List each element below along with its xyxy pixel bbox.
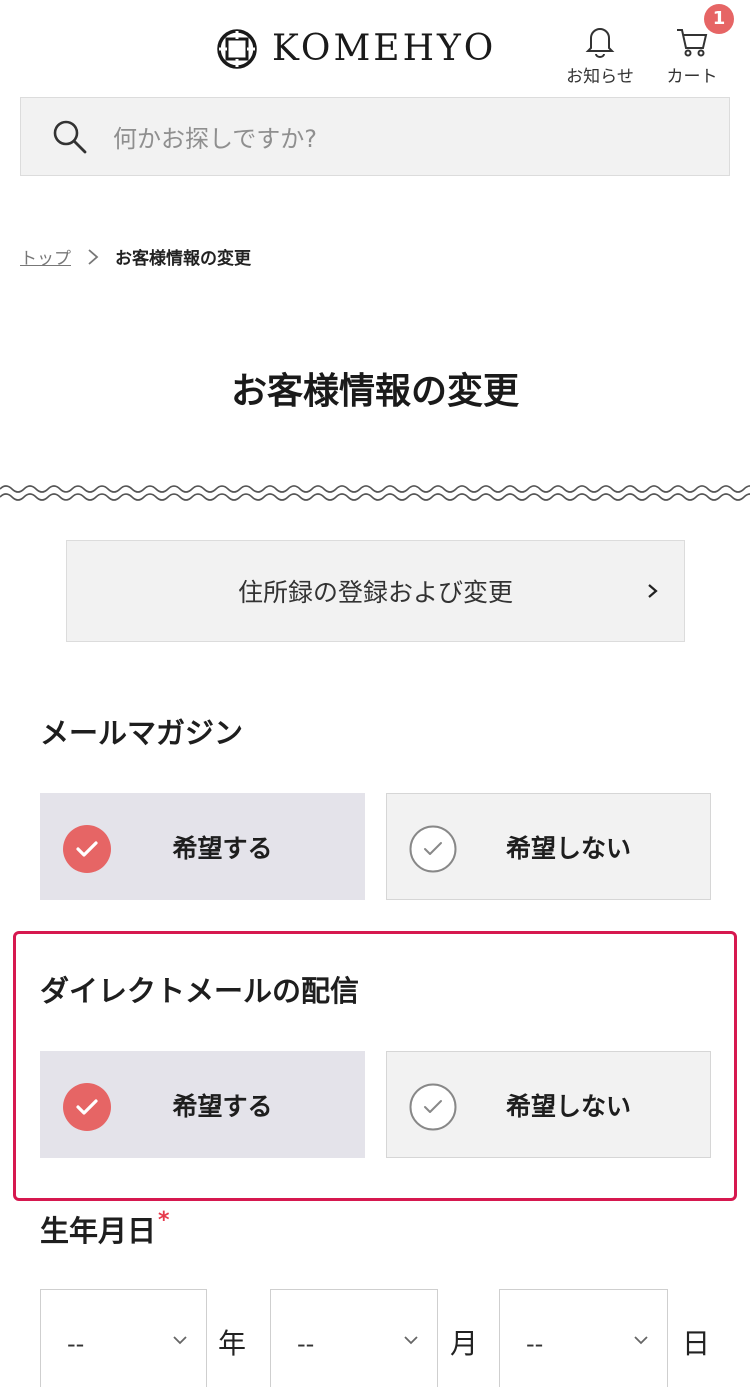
- cart-label: カート: [666, 67, 718, 87]
- address-book-label: 住所録の登録および変更: [237, 578, 513, 607]
- notifications-label: お知らせ: [566, 67, 634, 87]
- page-title: お客様情報の変更: [230, 371, 519, 412]
- chevron-right-icon: [648, 584, 658, 598]
- birth-month-value: --: [297, 1330, 315, 1358]
- direct-mail-opt-out-label: 希望しない: [505, 1091, 631, 1121]
- cart-button[interactable]: カート 1: [652, 4, 734, 87]
- mail-magazine-opt-out[interactable]: 希望しない: [386, 793, 711, 900]
- birthday-title-text: 生年月日: [40, 1214, 157, 1248]
- day-unit-label: 日: [682, 1327, 711, 1360]
- breadcrumb: トップ お客様情報の変更: [20, 244, 251, 269]
- birth-day-value: --: [526, 1330, 544, 1358]
- birth-year-value: --: [67, 1330, 85, 1358]
- cart-count-badge: 1: [704, 4, 734, 34]
- mail-magazine-opt-in-label: 希望する: [172, 833, 273, 863]
- mail-magazine-opt-out-label: 希望しない: [505, 833, 631, 863]
- direct-mail-opt-out[interactable]: 希望しない: [386, 1051, 711, 1158]
- logo-mark-icon: [217, 29, 257, 69]
- breadcrumb-current: お客様情報の変更: [115, 249, 251, 269]
- chevron-down-icon: [634, 1336, 648, 1345]
- site-header: KOMEHYO お知らせ カート 1: [0, 0, 750, 96]
- mail-magazine-opt-in[interactable]: 希望する: [40, 793, 365, 900]
- birth-month-select[interactable]: --: [270, 1289, 438, 1387]
- chevron-right-icon: [88, 248, 99, 265]
- notifications-button[interactable]: お知らせ: [560, 18, 640, 87]
- month-unit-label: 月: [450, 1327, 479, 1360]
- chevron-down-icon: [173, 1336, 187, 1345]
- komehyo-logo[interactable]: KOMEHYO: [216, 28, 496, 70]
- chevron-down-icon: [404, 1336, 418, 1345]
- search-icon: [53, 120, 87, 153]
- cart-icon: [677, 29, 708, 57]
- direct-mail-opt-in[interactable]: 希望する: [40, 1051, 365, 1158]
- birth-day-select[interactable]: --: [499, 1289, 668, 1387]
- mail-magazine-title: メールマガジン: [40, 716, 244, 750]
- birth-year-select[interactable]: --: [40, 1289, 207, 1387]
- logo-text: KOMEHYO: [272, 28, 497, 69]
- breadcrumb-home-link[interactable]: トップ: [20, 244, 71, 269]
- search-bar[interactable]: 何かお探しですか?: [20, 97, 730, 176]
- birthday-title: 生年月日*: [40, 1208, 170, 1250]
- year-unit-label: 年: [218, 1327, 247, 1360]
- required-mark: *: [158, 1208, 170, 1233]
- address-book-button[interactable]: 住所録の登録および変更: [66, 540, 685, 642]
- wavy-divider: [0, 485, 750, 501]
- search-input[interactable]: 何かお探しですか?: [113, 119, 317, 154]
- direct-mail-title: ダイレクトメールの配信: [40, 974, 360, 1008]
- bell-icon: [585, 28, 615, 58]
- direct-mail-opt-in-label: 希望する: [172, 1091, 273, 1121]
